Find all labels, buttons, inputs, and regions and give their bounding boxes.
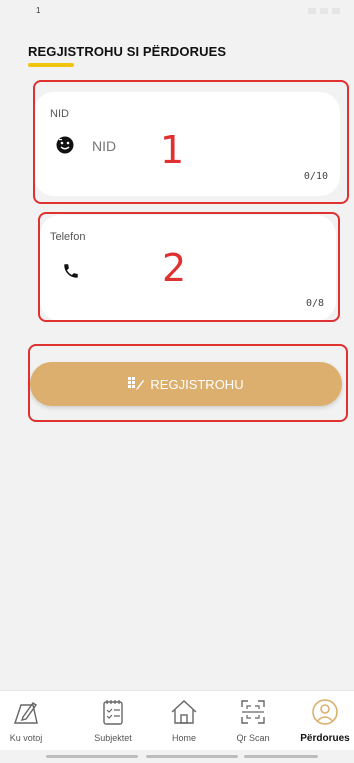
notepad-checklist-icon	[103, 700, 123, 725]
nid-input[interactable]	[92, 136, 292, 156]
nav-item-ku-votoj[interactable]: Ku votoj	[4, 697, 48, 743]
phone-char-counter: 0/8	[305, 298, 324, 309]
page-title: REGJISTROHU SI PËRDORUES	[28, 44, 227, 59]
ballot-pen-icon	[14, 702, 38, 724]
nav-label: Përdorues	[300, 733, 350, 744]
gesture-bar	[46, 755, 138, 758]
status-bar: 1	[0, 0, 354, 32]
gesture-bar	[244, 755, 318, 758]
nav-item-home[interactable]: Home	[164, 697, 204, 743]
title-underline	[28, 63, 74, 67]
status-time: 1	[36, 6, 41, 15]
status-icons	[308, 8, 340, 14]
face-id-icon	[56, 136, 74, 154]
annotation-number-1: 1	[160, 128, 185, 172]
phone-icon	[62, 262, 80, 280]
register-button-label: REGJISTROHU	[150, 376, 244, 392]
nid-char-counter: 0/10	[303, 171, 328, 182]
wifi-icon	[320, 8, 328, 14]
nav-label: Qr Scan	[236, 733, 270, 743]
phone-label: Telefon	[50, 231, 86, 243]
home-icon	[171, 700, 197, 724]
phone-field-card[interactable]: Telefon 0/8	[40, 215, 336, 321]
nav-item-qr-scan[interactable]: Qr Scan	[233, 697, 273, 743]
phone-input[interactable]	[98, 262, 298, 282]
bottom-nav: Ku votoj Subjektet Home Qr Scan Përdorue…	[0, 690, 354, 750]
nid-field-card[interactable]: NID 0/10	[34, 92, 340, 196]
keypad-icon	[128, 377, 145, 391]
nid-label: NID	[50, 108, 69, 120]
signal-icon	[308, 8, 316, 14]
nav-label: Ku votoj	[9, 733, 43, 743]
qr-scan-icon	[241, 700, 265, 724]
nav-label: Subjektet	[94, 733, 132, 743]
battery-icon	[332, 8, 340, 14]
nav-item-subjektet[interactable]: Subjektet	[88, 697, 138, 743]
nav-label: Home	[171, 733, 196, 743]
gesture-bar	[146, 755, 238, 758]
nav-item-perdorues[interactable]: Përdorues	[296, 697, 354, 744]
register-button[interactable]: REGJISTROHU	[30, 362, 342, 406]
user-icon	[312, 699, 338, 725]
annotation-number-2: 2	[162, 246, 187, 290]
